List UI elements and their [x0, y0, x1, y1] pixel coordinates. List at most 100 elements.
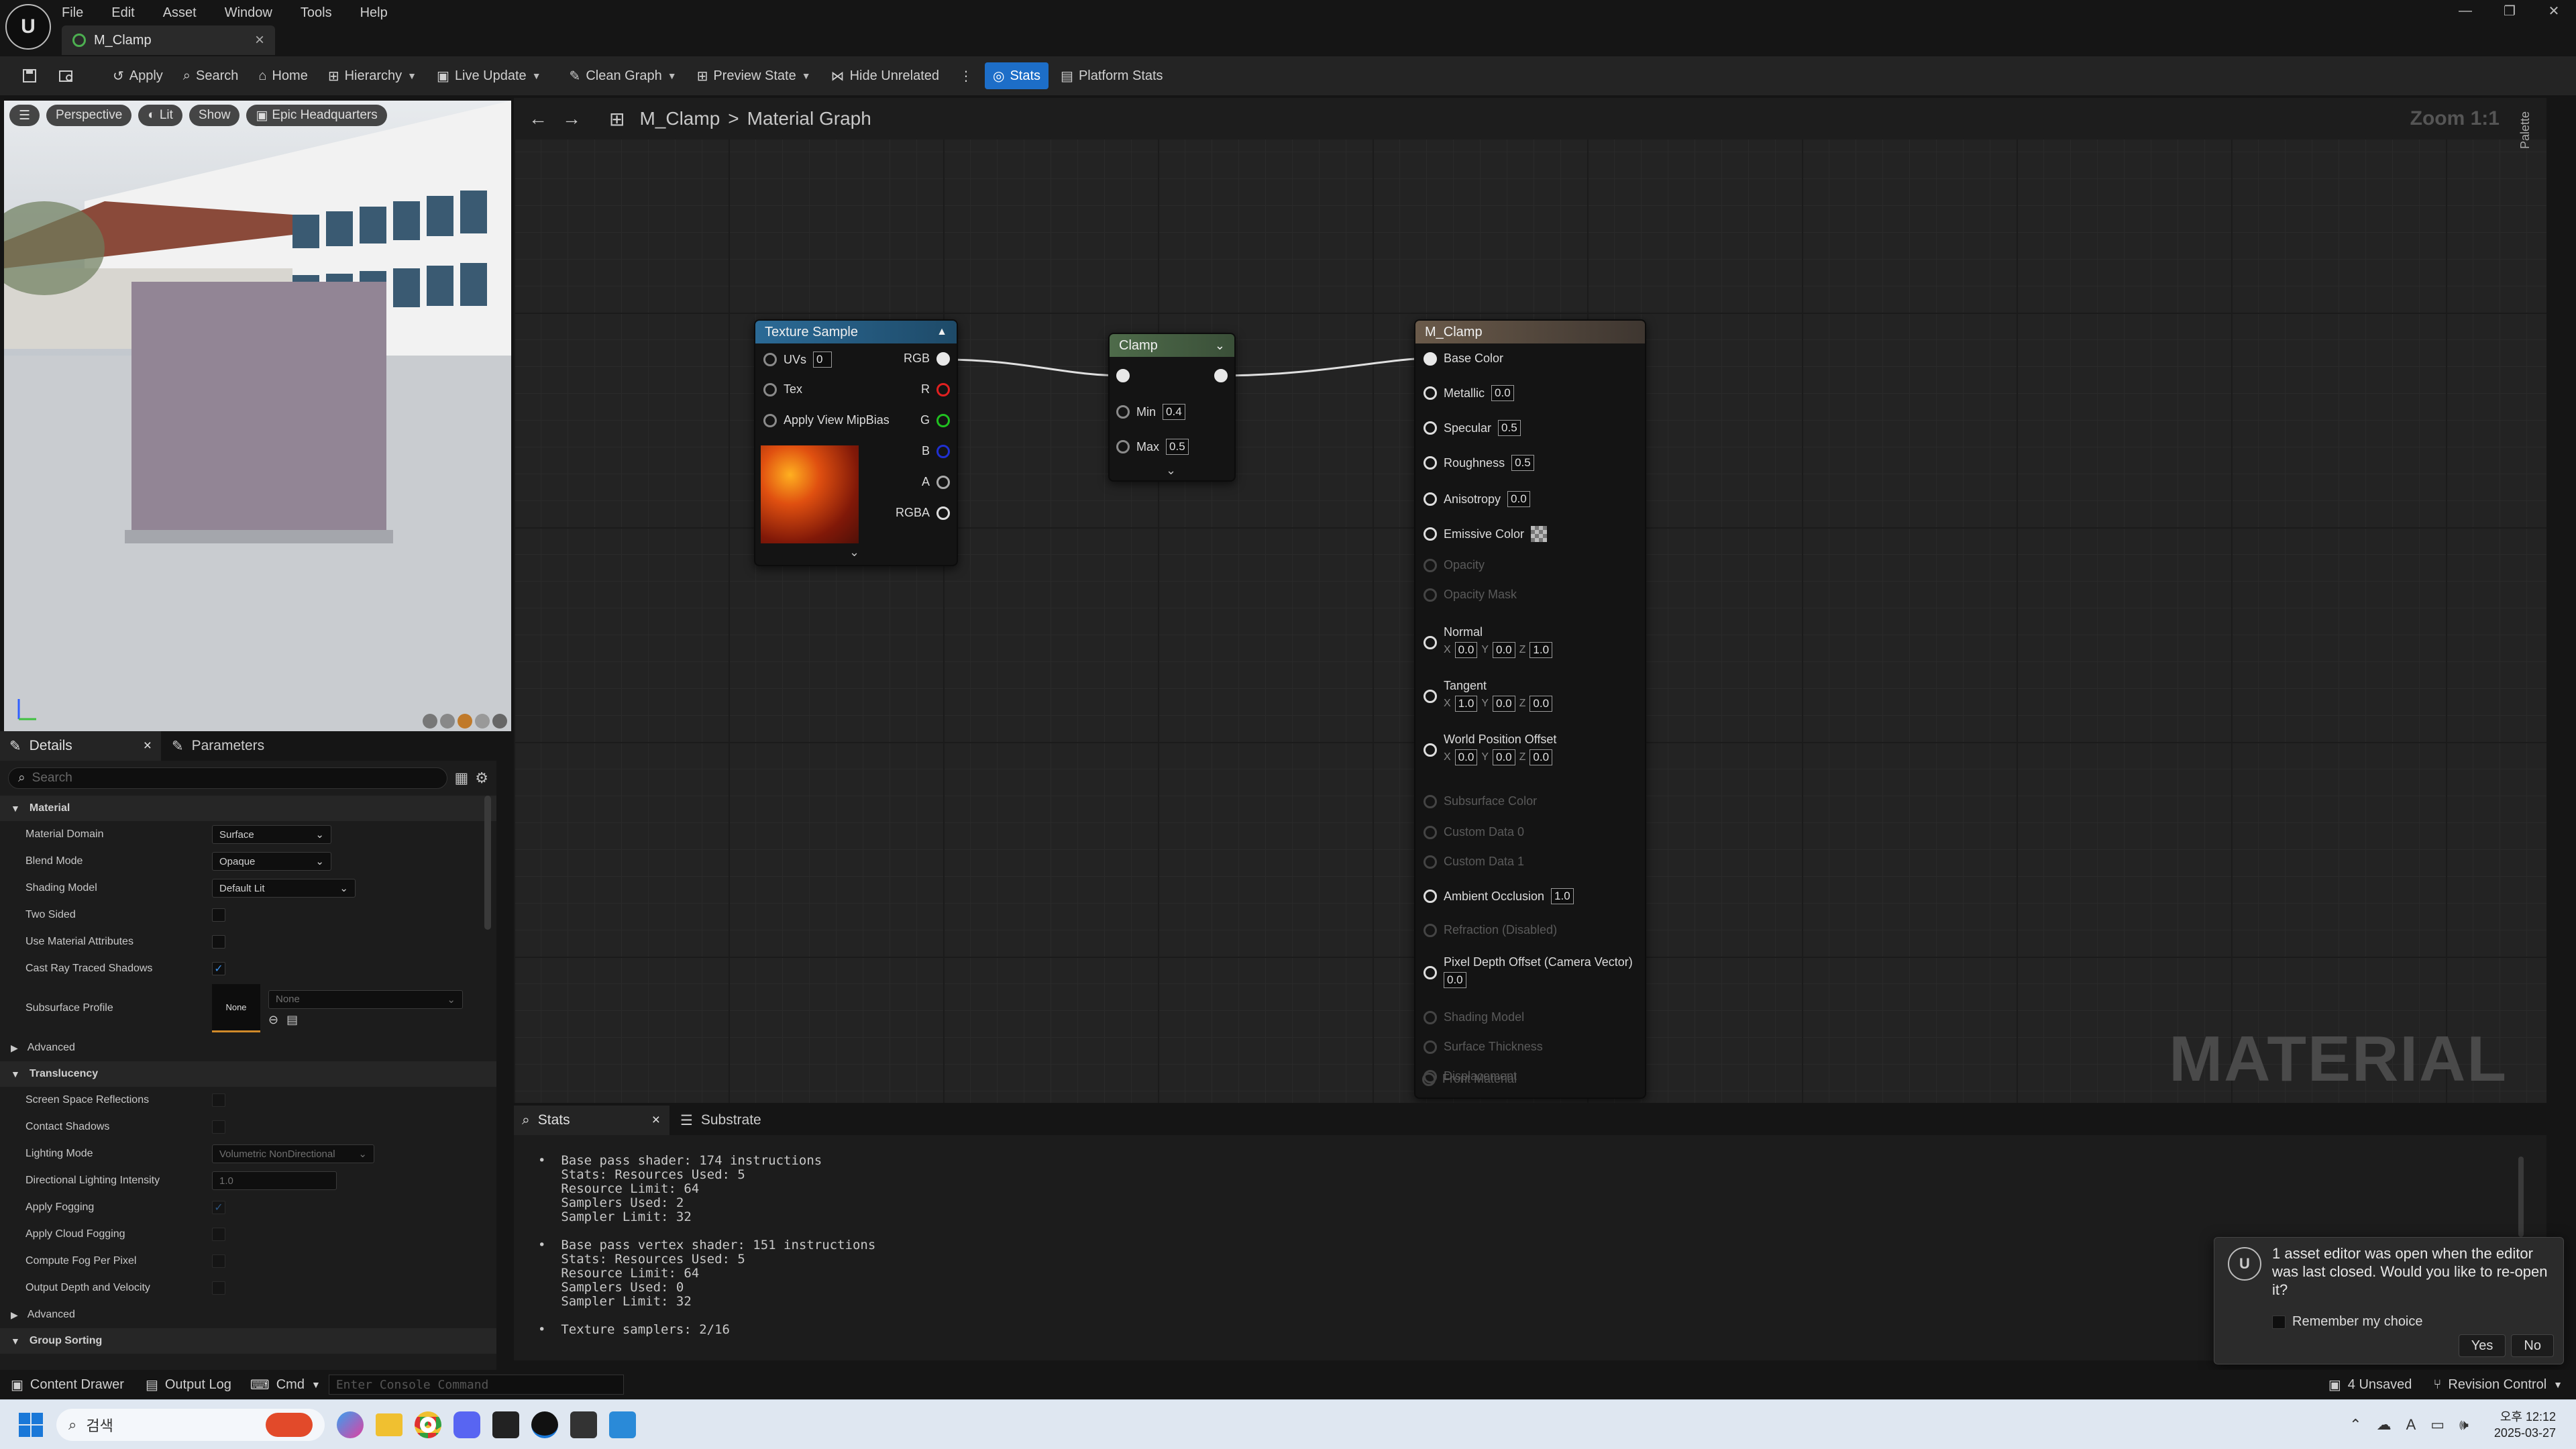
- ssr-checkbox[interactable]: [212, 1093, 225, 1107]
- input-pin[interactable]: [1424, 743, 1437, 757]
- pin-value[interactable]: 0.5: [1511, 455, 1534, 471]
- taskbar-search[interactable]: ⌕ 검색: [56, 1408, 325, 1441]
- environment-button[interactable]: ▣ Epic Headquarters: [246, 105, 387, 126]
- clamp-output-pin[interactable]: [1214, 369, 1228, 382]
- pdo-input[interactable]: Pixel Depth Offset (Camera Vector) 0.0: [1424, 955, 1633, 988]
- tex-input[interactable]: Tex: [763, 382, 802, 396]
- expand-icon[interactable]: ⌄: [1166, 464, 1176, 478]
- ao-input[interactable]: Ambient Occlusion 1.0: [1424, 888, 1574, 904]
- category-material[interactable]: ▼ Material: [0, 796, 496, 821]
- clean-graph-button[interactable]: ✎ Clean Graph ▼: [561, 62, 685, 89]
- close-tab-icon[interactable]: ×: [144, 738, 161, 754]
- details-scrollbar[interactable]: [484, 796, 491, 930]
- tab-details[interactable]: ✎ Details ×: [0, 731, 161, 761]
- input-pin[interactable]: [1424, 421, 1437, 435]
- console-input[interactable]: Enter Console Command: [328, 1375, 624, 1395]
- perspective-button[interactable]: Perspective: [46, 105, 132, 126]
- input-pin[interactable]: [1424, 492, 1437, 506]
- output-depth-checkbox[interactable]: [212, 1281, 225, 1295]
- normal-y[interactable]: 0.0: [1492, 642, 1515, 658]
- details-search-input[interactable]: ⌕ Search: [8, 767, 448, 789]
- plane-icon[interactable]: [458, 714, 472, 729]
- app-icon[interactable]: [609, 1411, 636, 1438]
- output-pin[interactable]: [936, 413, 950, 427]
- table-view-icon[interactable]: ▦: [454, 769, 468, 787]
- input-pin[interactable]: [1424, 527, 1437, 541]
- input-pin[interactable]: [763, 382, 777, 396]
- menu-file[interactable]: File: [62, 1, 83, 21]
- chevron-up-icon[interactable]: ⌃: [2349, 1416, 2361, 1434]
- tangent-x[interactable]: 1.0: [1454, 696, 1478, 712]
- uvs-input[interactable]: UVs 0: [763, 352, 833, 368]
- apply-button[interactable]: ↺ Apply: [105, 62, 171, 89]
- emissive-input[interactable]: Emissive Color: [1424, 526, 1548, 542]
- cube-icon[interactable]: [475, 714, 490, 729]
- input-pin[interactable]: [1424, 890, 1437, 903]
- unreal-editor-icon[interactable]: [531, 1411, 558, 1438]
- show-button[interactable]: Show: [189, 105, 240, 126]
- output-pin[interactable]: [936, 475, 950, 489]
- output-log-button[interactable]: ▤ Output Log: [135, 1377, 242, 1393]
- input-pin[interactable]: [1424, 456, 1437, 470]
- input-pin[interactable]: [1424, 352, 1437, 366]
- pin-value[interactable]: 0.5: [1498, 420, 1521, 436]
- shading-model-dropdown[interactable]: Default Lit ⌄: [212, 879, 356, 898]
- output-pin[interactable]: [936, 382, 950, 396]
- cmd-dropdown[interactable]: ⌨ Cmd ▼: [242, 1377, 329, 1393]
- output-pin[interactable]: [936, 352, 950, 366]
- input-pin[interactable]: [1424, 690, 1437, 703]
- viewport-menu-button[interactable]: ☰: [9, 105, 40, 126]
- unsaved-button[interactable]: ▣ 4 Unsaved: [2318, 1377, 2423, 1393]
- remember-choice[interactable]: Remember my choice: [2272, 1314, 2423, 1330]
- document-tab[interactable]: M_Clamp ×: [62, 25, 275, 55]
- windows-start-icon[interactable]: [17, 1411, 44, 1438]
- use-selected-icon[interactable]: ⊖: [268, 1013, 278, 1027]
- chrome-icon[interactable]: [415, 1411, 441, 1438]
- input-pin[interactable]: [1424, 386, 1437, 400]
- restore-button[interactable]: ❐: [2487, 0, 2532, 21]
- wpo-y[interactable]: 0.0: [1492, 749, 1515, 765]
- material-graph[interactable]: ← → ⊞ M_Clamp > Material Graph Zoom 1:1 …: [514, 98, 2546, 1103]
- search-button[interactable]: ⌕ Search: [175, 62, 247, 89]
- g-output[interactable]: G: [920, 413, 950, 427]
- anisotropy-input[interactable]: Anisotropy 0.0: [1424, 491, 1530, 507]
- normal-input[interactable]: Normal X 0.0 Y 0.0 Z 1.0: [1424, 625, 1553, 658]
- material-domain-dropdown[interactable]: Surface ⌄: [212, 825, 331, 844]
- teapot-icon[interactable]: [492, 714, 507, 729]
- revision-control-button[interactable]: ⑂ Revision Control ▼: [2422, 1377, 2576, 1393]
- close-window-button[interactable]: ✕: [2532, 0, 2576, 21]
- sphere-icon[interactable]: [440, 714, 455, 729]
- input-pin[interactable]: [763, 353, 777, 366]
- color-swatch[interactable]: [1531, 526, 1548, 542]
- input-pin[interactable]: [1116, 405, 1130, 419]
- tangent-input[interactable]: Tangent X 1.0 Y 0.0 Z 0.0: [1424, 679, 1553, 712]
- base-color-input[interactable]: Base Color: [1424, 352, 1503, 366]
- r-output[interactable]: R: [921, 382, 950, 396]
- pin-value[interactable]: 1.0: [1551, 888, 1574, 904]
- specular-input[interactable]: Specular 0.5: [1424, 420, 1521, 436]
- lighting-mode-dropdown[interactable]: Volumetric NonDirectional ⌄: [212, 1144, 374, 1163]
- minimize-button[interactable]: —: [2443, 0, 2487, 21]
- cast-ray-traced-shadows-checkbox[interactable]: ✓: [212, 962, 225, 975]
- menu-tools[interactable]: Tools: [301, 1, 332, 21]
- browse-icon[interactable]: ▤: [286, 1013, 298, 1027]
- advanced-section-2[interactable]: ▶ Advanced: [0, 1301, 496, 1328]
- live-update-button[interactable]: ▣ Live Update ▼: [429, 62, 549, 89]
- ime-icon[interactable]: A: [2406, 1416, 2416, 1434]
- stats-button[interactable]: ◎ Stats: [985, 62, 1049, 89]
- mip-bias-input[interactable]: Apply View MipBias: [763, 413, 890, 427]
- blend-mode-dropdown[interactable]: Opaque ⌄: [212, 852, 331, 871]
- close-tab-icon[interactable]: ×: [255, 31, 264, 50]
- tab-stats[interactable]: ⌕ Stats ×: [514, 1106, 669, 1135]
- tab-substrate[interactable]: ☰ Substrate: [669, 1112, 761, 1129]
- save-button[interactable]: [13, 62, 46, 89]
- menu-help[interactable]: Help: [360, 1, 388, 21]
- input-pin[interactable]: [1424, 966, 1437, 979]
- stats-scrollbar[interactable]: [2518, 1157, 2524, 1237]
- category-translucency[interactable]: ▼ Translucency: [0, 1061, 496, 1087]
- preview-viewport[interactable]: ☰ Perspective ◐ Lit Show ▣ Epic Headquarte…: [4, 101, 511, 731]
- hide-unrelated-button[interactable]: ⋈ Hide Unrelated: [823, 62, 947, 89]
- unreal-logo-icon[interactable]: U: [5, 4, 51, 50]
- clamp-input-pin[interactable]: [1116, 369, 1130, 382]
- compute-fog-checkbox[interactable]: [212, 1254, 225, 1268]
